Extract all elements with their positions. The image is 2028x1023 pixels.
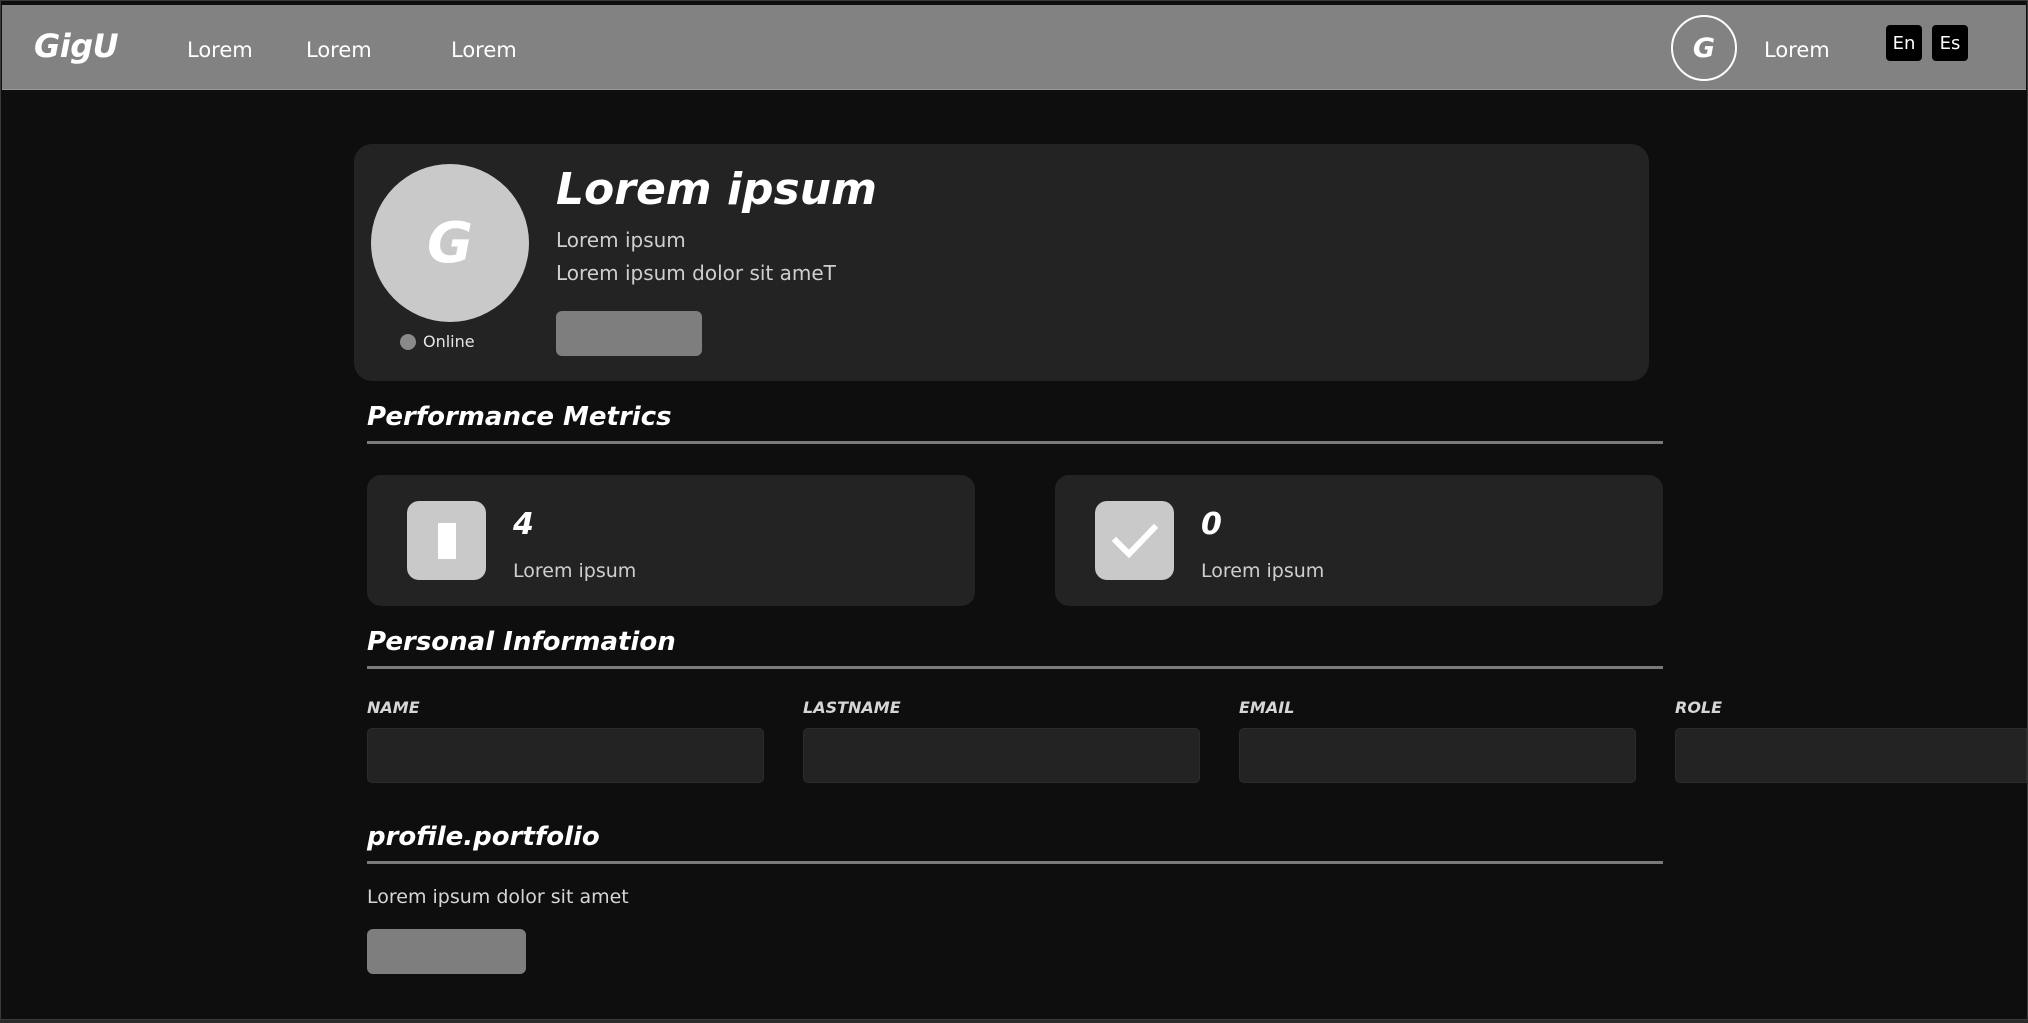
performance-metrics-title: Performance Metrics — [367, 402, 672, 432]
language-en-button[interactable]: En — [1886, 25, 1922, 61]
metric-card-2: 0 Lorem ipsum — [1055, 475, 1663, 606]
profile-description: Lorem ipsum dolor sit ameT — [556, 261, 836, 285]
role-field-label: ROLE — [1675, 698, 1723, 717]
profile-action-button[interactable] — [556, 311, 702, 356]
metric-card-1: 4 Lorem ipsum — [367, 475, 975, 606]
status-label: Online — [423, 332, 475, 351]
email-field[interactable] — [1239, 728, 1636, 783]
profile-avatar: G — [371, 164, 529, 322]
portfolio-description: Lorem ipsum dolor sit amet — [367, 886, 629, 908]
status-dot-icon — [400, 333, 416, 350]
lastname-field-label: LASTNAME — [803, 698, 901, 717]
name-field-label: NAME — [367, 698, 420, 717]
section-divider — [367, 666, 1663, 669]
nav-link-1[interactable]: Lorem — [187, 38, 253, 62]
metric-value: 0 — [1201, 507, 1222, 542]
profile-subtitle: Lorem ipsum — [556, 228, 686, 252]
lastname-field[interactable] — [803, 728, 1200, 783]
email-field-label: EMAIL — [1239, 698, 1295, 717]
metric-label: Lorem ipsum — [513, 560, 637, 582]
profile-card: G Online Lorem ipsum Lorem ipsum Lorem i… — [354, 144, 1649, 381]
document-icon — [407, 501, 486, 580]
top-navbar: GigU Lorem Lorem Lorem G Lorem En Es — [2, 5, 2026, 90]
metric-value: 4 — [513, 507, 534, 542]
user-menu-label[interactable]: Lorem — [1764, 38, 1830, 62]
brand-logo[interactable]: GigU — [34, 27, 119, 65]
personal-information-title: Personal Information — [367, 627, 676, 657]
section-divider — [367, 861, 1663, 864]
app-window: GigU Lorem Lorem Lorem G Lorem En Es G O… — [0, 0, 2028, 1020]
checkmark-icon — [1095, 501, 1174, 580]
portfolio-title: profile.portfolio — [367, 822, 600, 852]
portfolio-action-button[interactable] — [367, 929, 526, 974]
user-avatar[interactable]: G — [1671, 15, 1737, 81]
language-es-button[interactable]: Es — [1932, 25, 1968, 61]
nav-link-3[interactable]: Lorem — [451, 38, 517, 62]
profile-name: Lorem ipsum — [556, 164, 877, 215]
metric-label: Lorem ipsum — [1201, 560, 1325, 582]
role-field[interactable] — [1675, 728, 2027, 783]
section-divider — [367, 441, 1663, 444]
name-field[interactable] — [367, 728, 764, 783]
status-indicator: Online — [400, 332, 475, 351]
nav-link-2[interactable]: Lorem — [306, 38, 372, 62]
